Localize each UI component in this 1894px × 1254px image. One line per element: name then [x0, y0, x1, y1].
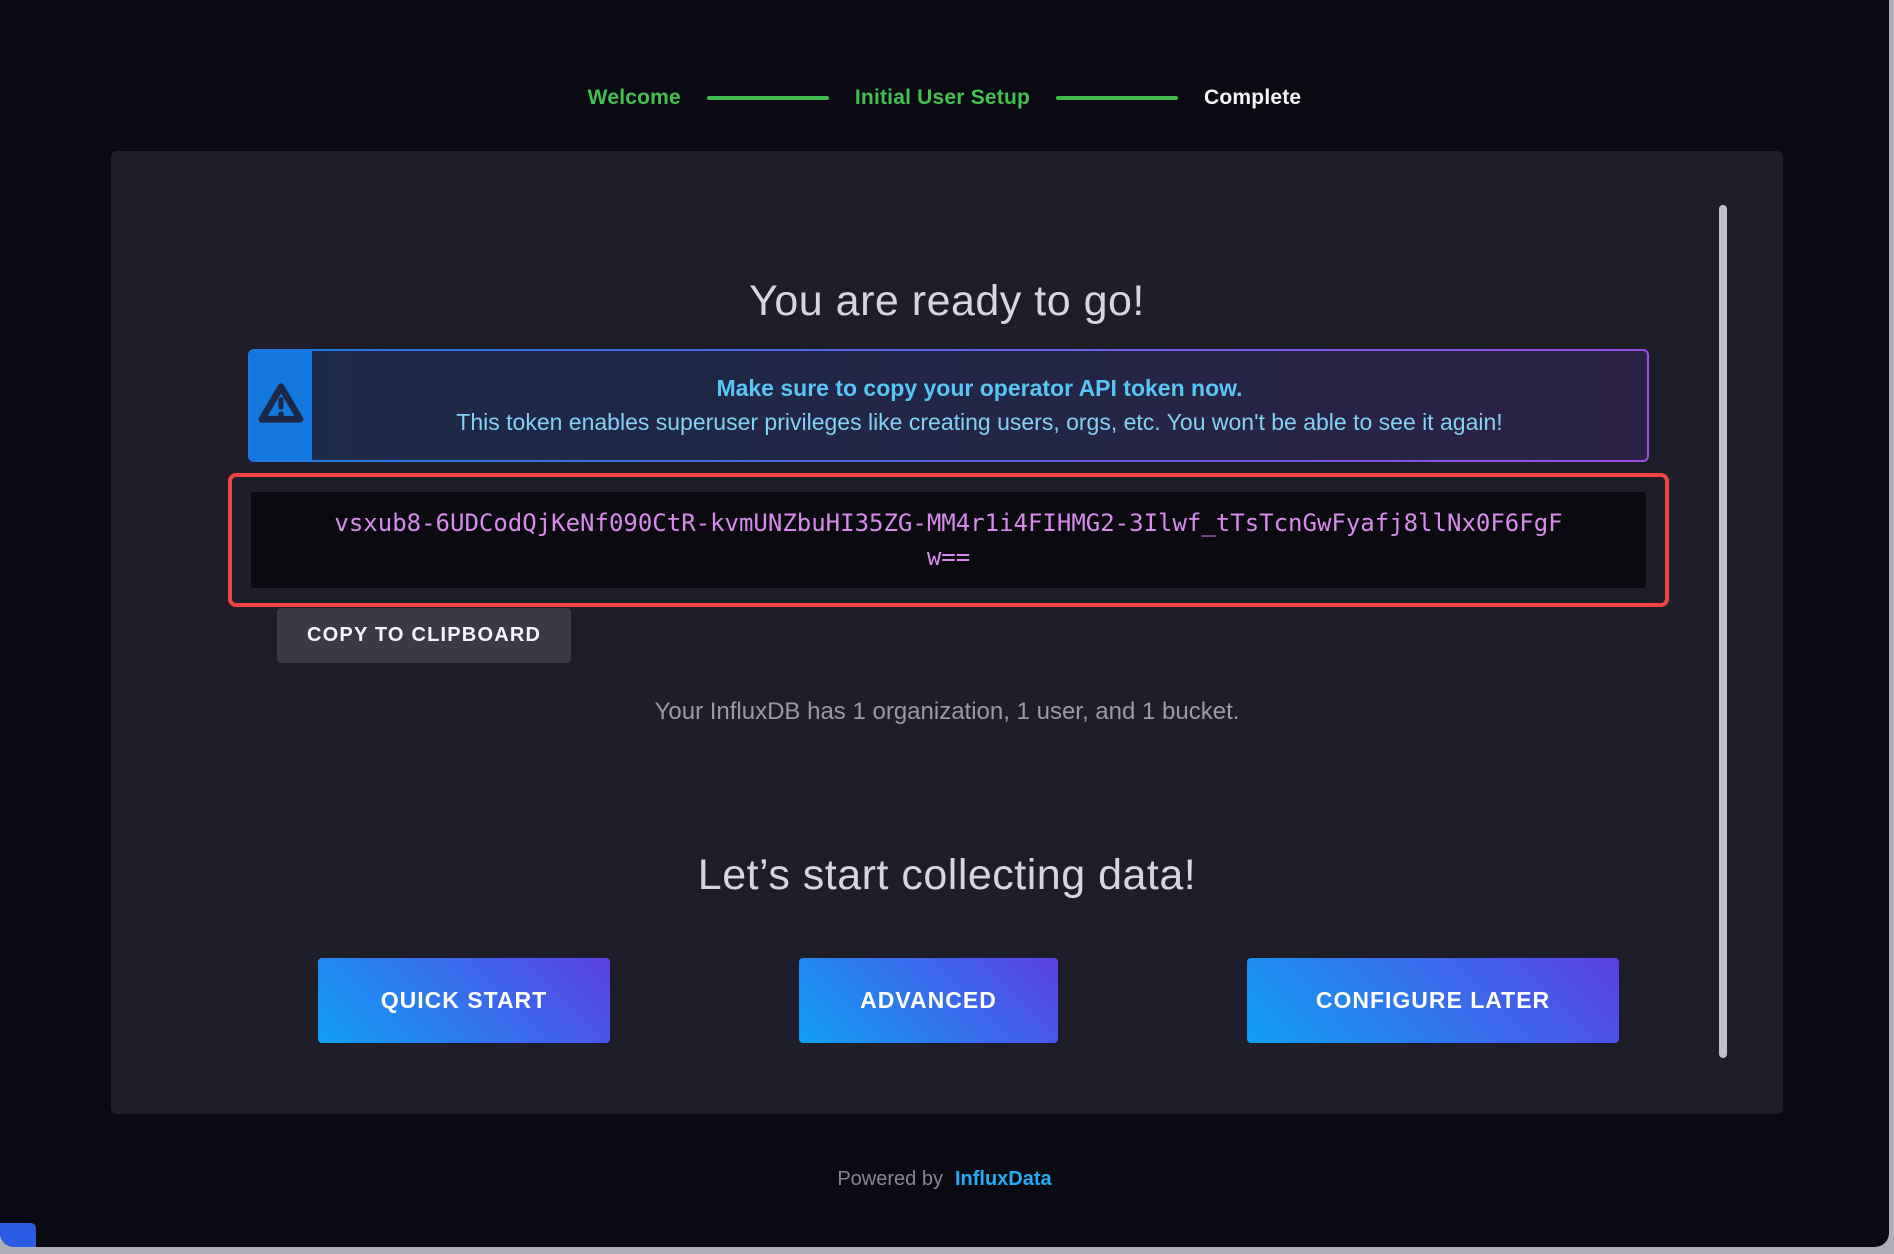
vertical-scrollbar-thumb[interactable]	[1719, 205, 1727, 1058]
footer: Powered by InfluxData	[0, 1168, 1889, 1191]
influxdata-brand-link[interactable]: InfluxData	[955, 1168, 1052, 1191]
ready-heading: You are ready to go!	[111, 277, 1783, 326]
setup-stepper: Welcome Initial User Setup Complete	[0, 86, 1889, 110]
warning-message: This token enables superuser privileges …	[456, 409, 1502, 436]
advanced-button[interactable]: ADVANCED	[799, 958, 1058, 1043]
app-window: Welcome Initial User Setup Complete You …	[0, 0, 1889, 1247]
collect-data-heading: Let’s start collecting data!	[111, 851, 1783, 900]
warning-text: Make sure to copy your operator API toke…	[312, 351, 1647, 460]
stepper-connector-line	[1056, 96, 1178, 100]
bottom-left-blue-fragment	[0, 1223, 36, 1247]
next-step-actions: QUICK START ADVANCED CONFIGURE LATER	[318, 958, 1619, 1043]
token-highlight-box: vsxub8-6UDCodQjKeNf090CtR-kvmUNZbuHI35ZG…	[228, 473, 1669, 607]
stepper-step-complete: Complete	[1204, 86, 1301, 110]
operator-api-token-value: vsxub8-6UDCodQjKeNf090CtR-kvmUNZbuHI35ZG…	[329, 506, 1569, 574]
copy-to-clipboard-button[interactable]: COPY TO CLIPBOARD	[277, 608, 571, 663]
stepper-step-welcome[interactable]: Welcome	[588, 86, 681, 110]
warning-banner-body: Make sure to copy your operator API toke…	[250, 351, 1647, 460]
stepper-step-initial-user-setup[interactable]: Initial User Setup	[855, 86, 1030, 110]
api-token-warning-banner: Make sure to copy your operator API toke…	[248, 349, 1649, 462]
alert-triangle-icon	[258, 382, 304, 429]
quick-start-button[interactable]: QUICK START	[318, 958, 610, 1043]
stepper-connector-line	[707, 96, 829, 100]
operator-api-token-box: vsxub8-6UDCodQjKeNf090CtR-kvmUNZbuHI35ZG…	[251, 492, 1646, 588]
warning-icon-block	[250, 351, 312, 460]
powered-by-label: Powered by	[837, 1168, 943, 1191]
completion-panel: You are ready to go! Make sure to copy y…	[111, 151, 1783, 1114]
warning-title: Make sure to copy your operator API toke…	[716, 375, 1242, 402]
setup-summary-text: Your InfluxDB has 1 organization, 1 user…	[111, 698, 1783, 726]
configure-later-button[interactable]: CONFIGURE LATER	[1247, 958, 1619, 1043]
